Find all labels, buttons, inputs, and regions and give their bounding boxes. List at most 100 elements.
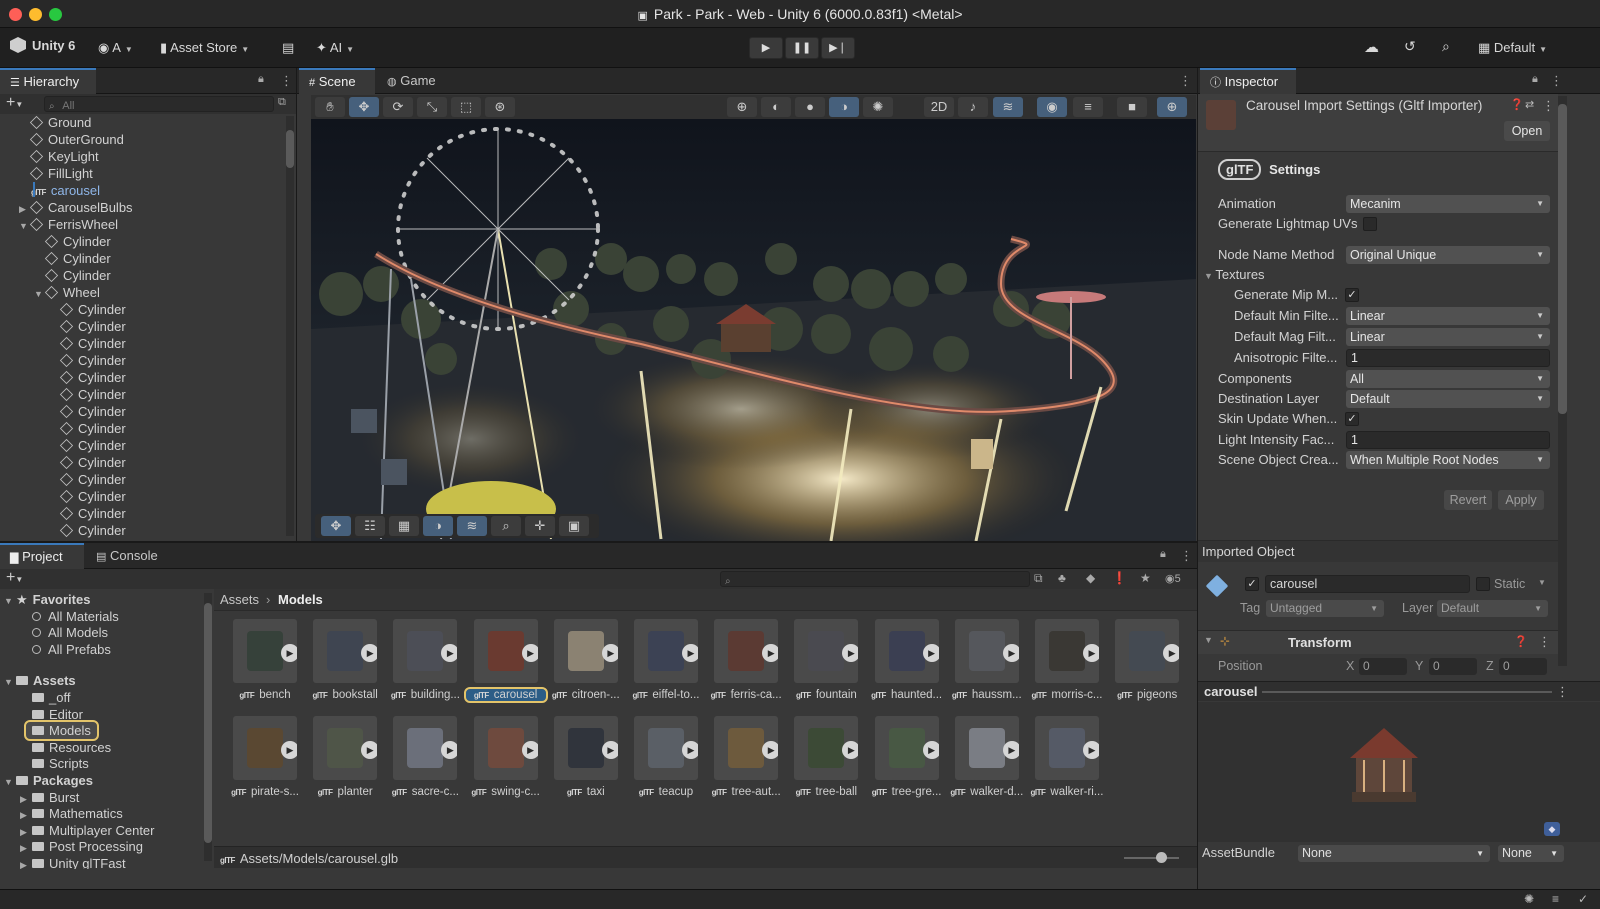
expand-asset-icon[interactable]: ▶ — [281, 741, 297, 759]
asset-tile[interactable]: ▶ glTF walker-ri... — [1027, 716, 1107, 811]
play-button[interactable]: ▶ — [749, 37, 783, 59]
expand-asset-icon[interactable]: ▶ — [842, 741, 859, 759]
apply-button[interactable]: Apply — [1498, 490, 1544, 510]
assets-section[interactable]: ▼ Assets — [4, 672, 76, 689]
folder-tree-item[interactable]: _off — [32, 689, 70, 706]
asset-tile[interactable]: ▶ glTF sacre-c... — [385, 716, 465, 811]
setting-checkbox[interactable]: ✓ — [1345, 412, 1359, 426]
expand-asset-icon[interactable]: ▶ — [1002, 741, 1019, 759]
object-name-field[interactable]: carousel — [1265, 575, 1470, 593]
expand-asset-icon[interactable]: ▶ — [601, 644, 618, 662]
model-preview[interactable]: ◆ — [1198, 702, 1600, 842]
asset-tile[interactable]: ▶ glTF tree-ball — [786, 716, 866, 811]
effects-toggle-icon[interactable]: ≋ — [993, 97, 1023, 117]
tab-project[interactable]: ▇ Project — [0, 543, 84, 569]
account-dropdown[interactable]: ◉ A ▼ — [98, 40, 133, 56]
filter-type-icon[interactable]: ♣ — [1058, 571, 1066, 585]
package-icon[interactable]: ▤ — [282, 40, 294, 56]
setting-dropdown[interactable]: Linear — [1346, 328, 1550, 346]
hierarchy-scrollbar[interactable] — [286, 116, 294, 536]
expand-asset-icon[interactable]: ▶ — [361, 644, 378, 662]
asset-tile[interactable]: ▶ glTF building... — [385, 619, 465, 714]
expand-asset-icon[interactable]: ▶ — [842, 644, 859, 662]
hierarchy-item[interactable]: ▼ FerrisWheel — [0, 216, 284, 233]
folder-tree-item[interactable]: Editor — [32, 706, 83, 723]
more-options-icon[interactable]: ⋮ — [280, 73, 293, 89]
asset-tile[interactable]: ▶ glTF swing-c... — [466, 716, 546, 811]
search-icon[interactable]: ⌕ — [1442, 38, 1450, 55]
create-menu[interactable]: +▼ — [6, 94, 23, 112]
more-options-icon[interactable]: ⋮ — [1550, 73, 1563, 89]
layout-dropdown[interactable]: ▦ Default ▼ — [1478, 40, 1547, 56]
active-checkbox[interactable]: ✓ — [1245, 577, 1259, 591]
open-button[interactable]: Open — [1504, 121, 1550, 141]
folder-tree-item[interactable]: All Prefabs — [32, 641, 111, 658]
more-options-icon[interactable]: ⋮ — [1538, 634, 1551, 650]
hierarchy-item[interactable]: glTF carousel — [0, 182, 284, 199]
hierarchy-item[interactable]: Cylinder — [0, 420, 284, 437]
overlay-layers-icon[interactable]: ≋ — [457, 516, 487, 536]
global-pivot-icon[interactable]: ⊕ — [727, 97, 757, 117]
expand-toggle-icon[interactable]: ▼ — [4, 774, 16, 791]
asset-store-dropdown[interactable]: ▮ Asset Store ▼ — [160, 40, 249, 56]
hierarchy-item[interactable]: Cylinder — [0, 267, 284, 284]
lock-icon[interactable]: 🔒︎ — [258, 73, 264, 86]
folder-tree-item[interactable]: ▶ Unity glTFast — [20, 855, 126, 869]
expand-asset-icon[interactable]: ▶ — [1083, 741, 1099, 759]
folder-tree-item[interactable]: Models — [24, 720, 99, 742]
tab-scene[interactable]: # Scene — [299, 68, 375, 94]
revert-button[interactable]: Revert — [1444, 490, 1492, 510]
move-tool-icon[interactable]: ✥ — [349, 97, 379, 117]
folder-tree-item[interactable]: Scripts — [32, 755, 89, 772]
hierarchy-item[interactable]: Ground — [0, 114, 284, 131]
hierarchy-item[interactable]: ▼ Wheel — [0, 284, 284, 301]
visibility-toggle-icon[interactable]: ◉ — [1037, 97, 1067, 117]
hierarchy-item[interactable]: KeyLight — [0, 148, 284, 165]
asset-tile[interactable]: ▶ glTF tree-aut... — [706, 716, 786, 811]
hierarchy-item[interactable]: Cylinder — [0, 318, 284, 335]
scene-viewport[interactable]: ✥ ☷ ▦ ◑ ≋ ⌕ ✛ ▣ — [311, 119, 1196, 541]
more-options-icon[interactable]: ⋮ — [1556, 684, 1569, 700]
expand-toggle-icon[interactable]: ▶ — [20, 857, 32, 869]
asset-tile[interactable]: ▶ glTF bench — [225, 619, 305, 714]
unity-account-menu[interactable]: Unity 6 — [10, 37, 75, 53]
hierarchy-item[interactable]: Cylinder — [0, 488, 284, 505]
position-y-field[interactable]: 0 — [1429, 658, 1477, 675]
overlay-search-icon[interactable]: ⌕ — [491, 516, 521, 536]
position-x-field[interactable]: 0 — [1359, 658, 1407, 675]
rotate-tool-icon[interactable]: ⟳ — [383, 97, 413, 117]
setting-dropdown[interactable]: Linear — [1346, 307, 1550, 325]
asset-tile[interactable]: ▶ glTF planter — [305, 716, 385, 811]
tag-dropdown[interactable]: Untagged ▼ — [1266, 600, 1384, 617]
hierarchy-item[interactable]: Cylinder — [0, 471, 284, 488]
step-button[interactable]: ▶❘ — [821, 37, 855, 59]
tab-game[interactable]: ◍ Game — [377, 68, 446, 94]
scrollbar-thumb[interactable] — [1558, 104, 1567, 414]
search-filter-icon[interactable]: ⧉ — [278, 96, 286, 109]
expand-asset-icon[interactable]: ▶ — [441, 741, 458, 759]
breadcrumb-models[interactable]: Models — [278, 592, 323, 607]
help-icon[interactable]: ❓ — [1514, 635, 1528, 648]
folder-tree-item[interactable]: All Materials — [32, 608, 119, 625]
expand-asset-icon[interactable]: ▶ — [601, 741, 618, 759]
cloud-icon[interactable]: ☁ — [1364, 38, 1379, 56]
layers-toggle-icon[interactable]: ≡ — [1073, 97, 1103, 117]
inspector-scrollbar[interactable] — [1558, 96, 1567, 666]
asset-tile[interactable]: ▶ glTF eiffel-to... — [626, 619, 706, 714]
hidden-packages-toggle[interactable]: ◉5 — [1165, 572, 1181, 585]
expand-asset-icon[interactable]: ▶ — [1163, 644, 1180, 662]
asset-tile[interactable]: ▶ glTF walker-d... — [947, 716, 1027, 811]
asset-tile[interactable]: ▶ glTF morris-c... — [1027, 619, 1107, 714]
position-z-field[interactable]: 0 — [1499, 658, 1547, 675]
audio-toggle-icon[interactable]: ♪ — [958, 97, 988, 117]
sphere-mode-icon[interactable]: ● — [795, 97, 825, 117]
assetbundle-variant-dropdown[interactable]: None ▼ — [1498, 845, 1564, 862]
thumbnail-size-slider[interactable] — [1124, 852, 1179, 863]
history-icon[interactable]: ↺ — [1404, 38, 1416, 55]
setting-dropdown[interactable]: Mecanim — [1346, 195, 1550, 213]
hierarchy-item[interactable]: ▶ CarouselBulbs — [0, 199, 284, 216]
hierarchy-item[interactable]: Cylinder — [0, 386, 284, 403]
asset-tile[interactable]: ▶ glTF carousel — [463, 619, 548, 714]
overlay-settings-icon[interactable]: ☷ — [355, 516, 385, 536]
folder-tree-item[interactable]: Resources — [32, 739, 111, 756]
